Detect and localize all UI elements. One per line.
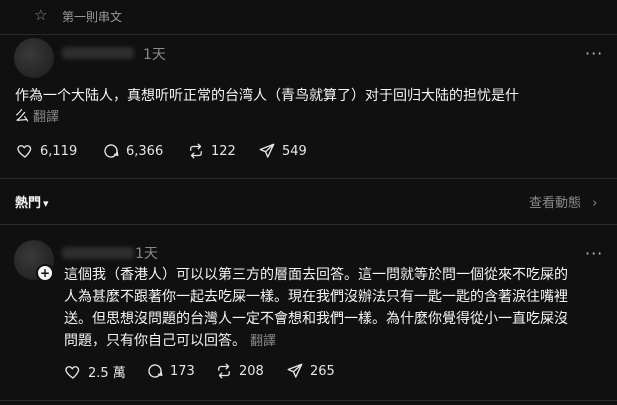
post-text-line-2: 么翻譯 (15, 109, 60, 125)
like-count: 6,119 (40, 143, 78, 159)
reply-comment-count: 173 (170, 363, 195, 379)
reply-comment-button[interactable]: 173 (146, 362, 195, 380)
share-icon (287, 363, 303, 378)
repost-button[interactable]: 122 (187, 142, 236, 160)
repost-icon (218, 363, 230, 379)
divider (0, 34, 617, 35)
reply-share-button[interactable]: 265 (286, 362, 335, 380)
username-blurred[interactable] (62, 47, 134, 59)
plus-icon[interactable]: + (36, 264, 54, 282)
comment-icon (104, 144, 119, 158)
repost-count: 122 (211, 143, 236, 159)
like-button[interactable]: 6,119 (16, 142, 77, 160)
reply-like-button[interactable]: 2.5 萬 (64, 362, 126, 381)
heart-icon (17, 145, 32, 158)
share-icon (259, 143, 275, 158)
reply-more-options-icon[interactable]: ··· (585, 244, 603, 263)
repost-icon (190, 143, 202, 159)
divider (0, 400, 617, 401)
more-options-icon[interactable]: ··· (585, 44, 603, 63)
reply-text-line-4: 問題，只有你自己可以回答。 翻譯 (64, 333, 277, 349)
view-activity-link[interactable]: 查看動態 › (529, 192, 597, 211)
reply-time: 1天 (135, 246, 158, 262)
heart-icon (65, 365, 80, 379)
post-text-line: 作為一个大陆人，真想听听正常的台湾人（青鸟就算了）对于回归大陆的担忧是什 (15, 88, 519, 104)
post-body: 作為一个大陆人，真想听听正常的台湾人（青鸟就算了）对于回归大陆的担忧是什 么翻譯 (15, 86, 605, 128)
avatar[interactable] (14, 38, 54, 78)
reply-username-blurred[interactable] (62, 247, 134, 259)
reply-text-line: 送。但思想沒問題的台灣人一定不會想和我們一樣。為什麼你覺得從小一直吃屎沒 (64, 311, 568, 327)
comment-button[interactable]: 6,366 (102, 142, 163, 160)
chevron-right-icon: › (592, 196, 598, 211)
star-icon[interactable]: ☆ (34, 6, 47, 24)
view-activity-label: 查看動態 (529, 196, 582, 211)
reply-like-count: 2.5 萬 (88, 366, 126, 381)
reply-text-line: 人為甚麼不跟著你一起去吃屎一樣。現在我們沒辦法只有一匙一匙的含著淚往嘴裡 (64, 289, 568, 305)
post-time: 1天 (143, 47, 166, 63)
comment-count: 6,366 (126, 143, 164, 159)
thread-header: ☆ 第一則串文 (0, 0, 617, 34)
sort-dropdown[interactable]: 熱門 ▾ (15, 192, 49, 211)
reply-share-count: 265 (310, 363, 335, 379)
chevron-down-icon: ▾ (43, 197, 49, 210)
reply-text-line: 這個我（香港人）可以以第三方的層面去回答。這一問就等於問一個從來不吃屎的 (64, 267, 568, 283)
divider (0, 224, 617, 225)
sort-label: 熱門 (15, 196, 42, 211)
first-post-label: 第一則串文 (62, 10, 123, 24)
translate-link[interactable]: 翻譯 (33, 110, 59, 125)
reply-repost-button[interactable]: 208 (215, 362, 264, 380)
reply-body: 這個我（香港人）可以以第三方的層面去回答。這一問就等於問一個從來不吃屎的 人為甚… (64, 264, 609, 353)
share-count: 549 (282, 143, 307, 159)
share-button[interactable]: 549 (258, 142, 307, 160)
reply-repost-count: 208 (239, 363, 264, 379)
reply-translate-link[interactable]: 翻譯 (250, 334, 276, 349)
divider (0, 178, 617, 179)
comment-icon (148, 364, 163, 378)
